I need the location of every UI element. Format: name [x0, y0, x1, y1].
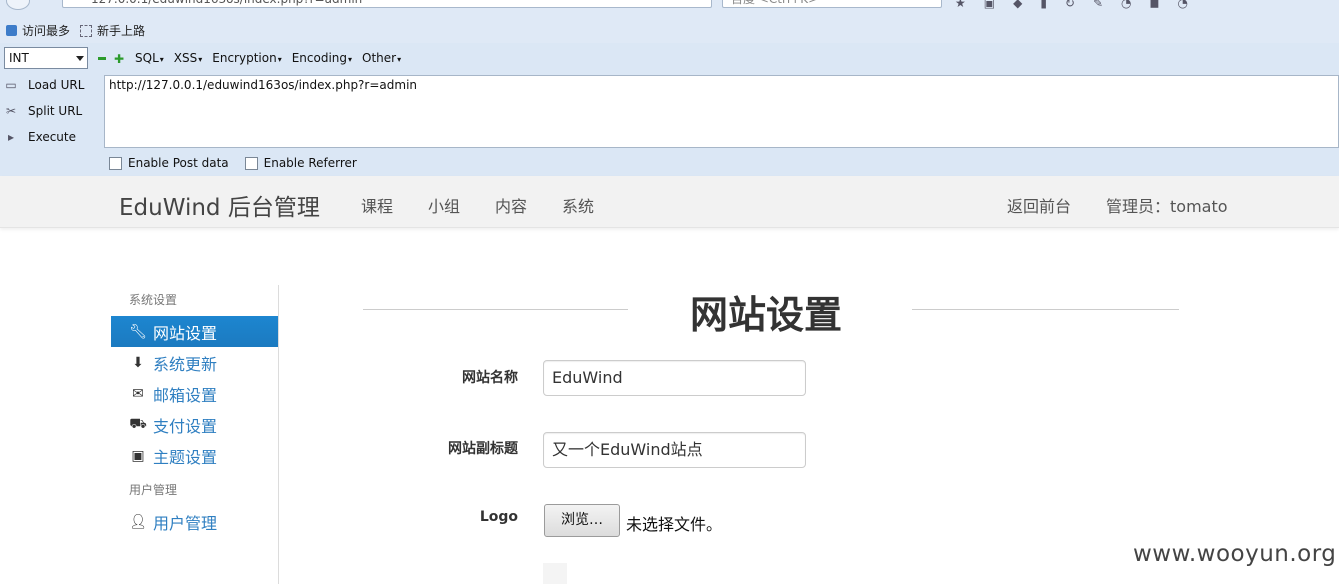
- menu-encoding[interactable]: Encoding: [292, 51, 352, 65]
- nav-system[interactable]: 系统: [562, 193, 594, 217]
- main-nav: 课程 小组 内容 系统: [361, 193, 594, 217]
- bookmark-most-visited[interactable]: 访问最多: [6, 22, 70, 39]
- site-subtitle-label: 网站副标题: [448, 441, 518, 457]
- bookmark-label: 访问最多: [22, 24, 71, 38]
- site-subtitle-input[interactable]: 又一个EduWind站点: [543, 432, 806, 468]
- menu-sql[interactable]: SQL: [135, 51, 164, 65]
- chevron-down-icon: [76, 56, 84, 61]
- envelope-icon: ✉︎: [132, 385, 144, 402]
- picture-icon: ▣: [131, 447, 145, 464]
- split-url-button[interactable]: ✂ Split URL: [2, 104, 82, 118]
- minus-icon[interactable]: [98, 57, 106, 60]
- sidebar-item-site-settings[interactable]: 🔧︎ 网站设置: [111, 316, 278, 347]
- bookmark-label: 新手上路: [97, 24, 146, 38]
- wrench-icon: 🔧︎: [129, 323, 147, 340]
- split-url-label: Split URL: [28, 104, 83, 118]
- menu-other[interactable]: Other: [362, 51, 401, 65]
- toolbar-icons[interactable]: ★▣◆▮↻✎◔◼◔: [955, 0, 1206, 10]
- referrer-label: Enable Referrer: [263, 156, 357, 170]
- address-bar[interactable]: 127.0.0.1/eduwind163os/index.php?r=admin: [62, 0, 712, 8]
- sidebar-item-label: 用户管理: [153, 513, 218, 533]
- site-name-label: 网站名称: [462, 370, 518, 386]
- sidebar-item-user-management[interactable]: 👤︎ 用户管理: [111, 506, 278, 537]
- nav-back-to-frontend[interactable]: 返回前台: [1007, 193, 1071, 217]
- sidebar-item-email-settings[interactable]: ✉︎ 邮箱设置: [111, 378, 278, 409]
- hackbar-menu: SQL XSS Encryption Encoding Other: [135, 51, 401, 65]
- user-nav: 返回前台 管理员：tomato: [1007, 193, 1228, 217]
- logo-label: Logo: [479, 509, 518, 525]
- referrer-option[interactable]: Enable Referrer: [244, 156, 357, 170]
- brand-title[interactable]: EduWind 后台管理: [119, 188, 320, 222]
- post-data-checkbox[interactable]: [109, 156, 122, 170]
- logo-preview: [543, 563, 567, 584]
- scissors-icon: ✂: [5, 104, 17, 118]
- bookmark-getting-started[interactable]: 新手上路: [80, 22, 145, 39]
- bookmarks-toolbar: 访问最多 新手上路: [0, 11, 1339, 43]
- page-title: 网站设置: [690, 293, 843, 337]
- site-name-input[interactable]: EduWind: [543, 360, 806, 396]
- plus-icon[interactable]: ✚: [114, 53, 124, 65]
- sidebar-item-system-update[interactable]: ⬇︎ 系统更新: [111, 347, 278, 378]
- sidebar-item-label: 邮箱设置: [153, 385, 218, 405]
- bookmark-icon: [6, 25, 17, 36]
- type-select[interactable]: INT: [4, 47, 88, 69]
- admin-navbar: EduWind 后台管理 课程 小组 内容 系统 返回前台 管理员：tomato: [0, 176, 1339, 228]
- sidebar-item-theme-settings[interactable]: ▣ 主题设置: [111, 440, 278, 471]
- sidebar-item-label: 系统更新: [153, 354, 218, 374]
- sidebar-item-label: 网站设置: [153, 323, 218, 343]
- user-icon: 👤︎: [129, 513, 147, 530]
- load-url-button[interactable]: ▭ Load URL: [2, 78, 84, 92]
- browse-button[interactable]: 浏览…: [544, 504, 620, 537]
- execute-button[interactable]: ▸ Execute: [2, 130, 76, 144]
- nav-content[interactable]: 内容: [495, 193, 527, 217]
- menu-encryption[interactable]: Encryption: [212, 51, 281, 65]
- title-rule-right: [912, 309, 1179, 310]
- hackbar-options: Enable Post data Enable Referrer: [109, 156, 357, 170]
- sidebar-item-label: 支付设置: [153, 416, 218, 436]
- sidebar-item-label: 主题设置: [153, 447, 218, 467]
- download-circle-icon: ⬇︎: [132, 354, 144, 371]
- sidebar: 系统设置 🔧︎ 网站设置 ⬇︎ 系统更新 ✉︎ 邮箱设置 ⛟︎ 支付设置 ▣ 主…: [111, 285, 279, 584]
- cart-icon: ⛟︎: [129, 415, 147, 432]
- type-select-value: INT: [9, 51, 29, 65]
- post-data-option[interactable]: Enable Post data: [109, 156, 229, 170]
- url-textarea[interactable]: http://127.0.0.1/eduwind163os/index.php?…: [104, 75, 1339, 148]
- menu-xss[interactable]: XSS: [174, 51, 202, 65]
- hackbar-panel: INT ✚ SQL XSS Encryption Encoding Other …: [0, 43, 1339, 176]
- search-bar[interactable]: 百度 <Ctrl+K>: [722, 0, 942, 8]
- back-button[interactable]: [6, 0, 30, 10]
- load-icon: ▭: [5, 78, 17, 92]
- nav-courses[interactable]: 课程: [361, 193, 393, 217]
- execute-label: Execute: [28, 130, 76, 144]
- nav-admin-user[interactable]: 管理员：tomato: [1106, 193, 1228, 217]
- sidebar-item-payment-settings[interactable]: ⛟︎ 支付设置: [111, 409, 278, 440]
- nav-groups[interactable]: 小组: [428, 193, 460, 217]
- load-url-label: Load URL: [28, 78, 85, 92]
- page-icon: [80, 24, 92, 37]
- referrer-checkbox[interactable]: [244, 156, 258, 170]
- file-status: 未选择文件。: [626, 515, 723, 534]
- sidebar-heading-system: 系统设置: [129, 293, 178, 307]
- watermark: www.wooyun.org: [1133, 541, 1337, 567]
- post-data-label: Enable Post data: [128, 156, 229, 170]
- title-rule-left: [363, 309, 628, 310]
- play-icon: ▸: [7, 130, 15, 144]
- sidebar-heading-users: 用户管理: [129, 483, 178, 497]
